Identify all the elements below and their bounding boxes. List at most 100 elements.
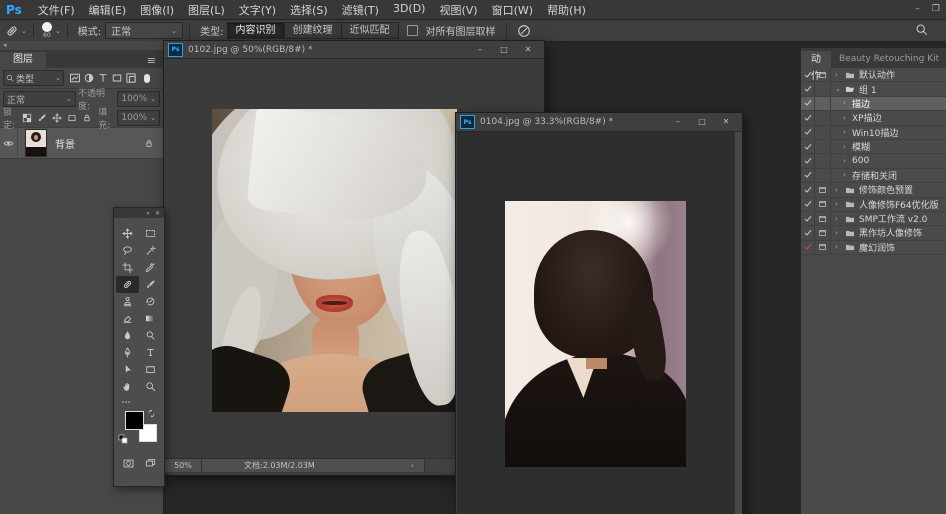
- brush-tool[interactable]: [139, 276, 162, 293]
- action-dialog-toggle[interactable]: [815, 226, 831, 239]
- layer-search-dropdown[interactable]: 类型 ⌄: [3, 70, 64, 86]
- action-check-icon[interactable]: [801, 97, 815, 110]
- action-check-icon[interactable]: [801, 126, 815, 139]
- close-icon[interactable]: ✕: [714, 114, 738, 130]
- layer-row-background[interactable]: 背景: [0, 127, 163, 159]
- action-row[interactable]: ⌄组 1: [801, 82, 946, 96]
- action-row[interactable]: ›模糊: [801, 140, 946, 154]
- pixel-filter-icon[interactable]: [69, 72, 81, 84]
- menu-item[interactable]: 文件(F): [31, 2, 82, 18]
- action-dialog-toggle[interactable]: [815, 183, 831, 196]
- type-option-button[interactable]: 近似匹配: [341, 22, 399, 39]
- zoom-tool[interactable]: [139, 378, 162, 395]
- menu-item[interactable]: 图像(I): [133, 2, 181, 18]
- menu-item[interactable]: 窗口(W): [485, 2, 540, 18]
- menu-item[interactable]: 滤镜(T): [335, 2, 386, 18]
- lock-checker-icon[interactable]: [22, 113, 32, 123]
- panel-collapse-icon[interactable]: ◂: [0, 41, 163, 50]
- action-row[interactable]: ›魔幻润饰: [801, 241, 946, 255]
- gradient-tool[interactable]: [139, 310, 162, 327]
- type-option-button[interactable]: 内容识别: [227, 22, 285, 39]
- panel-menu-icon[interactable]: ≡: [147, 54, 163, 68]
- chevron-right-icon[interactable]: ›: [835, 243, 841, 251]
- clone-stamp-tool[interactable]: [116, 293, 139, 310]
- chevron-right-icon[interactable]: ›: [843, 157, 849, 165]
- action-dialog-toggle[interactable]: [815, 212, 831, 225]
- chevron-right-icon[interactable]: ›: [835, 229, 841, 237]
- action-check-icon[interactable]: [801, 183, 815, 196]
- action-row[interactable]: ›修饰颜色预置: [801, 183, 946, 197]
- type-tool[interactable]: [139, 344, 162, 361]
- action-check-icon[interactable]: [801, 111, 815, 124]
- action-check-icon[interactable]: [801, 82, 815, 95]
- dock-icon[interactable]: «: [146, 210, 150, 217]
- lock-lock-icon[interactable]: [82, 113, 92, 123]
- chevron-right-icon[interactable]: ›: [835, 200, 841, 208]
- menu-item[interactable]: 文字(Y): [232, 2, 283, 18]
- action-check-icon[interactable]: [801, 212, 815, 225]
- menu-item[interactable]: 选择(S): [283, 2, 335, 18]
- sample-all-layers-checkbox[interactable]: [407, 25, 418, 36]
- layer-visibility-toggle[interactable]: [0, 128, 18, 158]
- zoom-level[interactable]: 50%: [165, 459, 202, 472]
- marquee-tool[interactable]: [139, 225, 162, 242]
- foreground-color-swatch[interactable]: [125, 411, 144, 430]
- search-icon[interactable]: [915, 23, 928, 36]
- history-brush-tool[interactable]: [139, 293, 162, 310]
- action-row[interactable]: ›Win10描边: [801, 126, 946, 140]
- edit-toolbar-button[interactable]: [114, 395, 164, 408]
- path-select-tool[interactable]: [116, 361, 139, 378]
- close-icon[interactable]: ✕: [516, 42, 540, 58]
- move-tool[interactable]: [116, 225, 139, 242]
- type-filter-icon[interactable]: [97, 72, 109, 84]
- shape-filter-icon[interactable]: [111, 72, 123, 84]
- smart-filter-icon[interactable]: [125, 72, 137, 84]
- lock-shape-filter-icon[interactable]: [67, 113, 77, 123]
- chevron-right-icon[interactable]: ›: [843, 99, 849, 107]
- minimize-icon[interactable]: –: [666, 114, 690, 130]
- chevron-right-icon[interactable]: ›: [843, 114, 849, 122]
- lock-move-icon[interactable]: [52, 113, 62, 123]
- action-row[interactable]: ›描边: [801, 97, 946, 111]
- eyedropper-tool[interactable]: [139, 259, 162, 276]
- chevron-right-icon[interactable]: ›: [843, 128, 849, 136]
- adjustment-filter-icon[interactable]: [83, 72, 95, 84]
- type-option-button[interactable]: 创建纹理: [284, 22, 342, 39]
- tab-actions[interactable]: 动作: [801, 51, 831, 68]
- action-row[interactable]: ›默认动作: [801, 68, 946, 82]
- document-canvas[interactable]: [457, 132, 741, 514]
- screen-mode-icon[interactable]: [144, 458, 157, 469]
- shape-tool[interactable]: [139, 361, 162, 378]
- minimize-app-icon[interactable]: –: [915, 1, 920, 17]
- swap-colors-icon[interactable]: [147, 409, 156, 418]
- action-check-icon[interactable]: [801, 169, 815, 182]
- menu-item[interactable]: 视图(V): [432, 2, 484, 18]
- document-titlebar[interactable]: Ps 0102.jpg @ 50%(RGB/8#) * – □ ✕: [164, 41, 544, 59]
- menu-item[interactable]: 帮助(H): [540, 2, 593, 18]
- action-dialog-toggle[interactable]: [815, 140, 831, 153]
- document-titlebar[interactable]: Ps 0104.jpg @ 33.3%(RGB/8#) * – □ ✕: [456, 113, 742, 132]
- action-check-icon[interactable]: [801, 226, 815, 239]
- brush-size-picker[interactable]: 60: [42, 22, 52, 39]
- mode-dropdown[interactable]: 正常 ⌄: [105, 22, 183, 39]
- menu-item[interactable]: 编辑(E): [82, 2, 134, 18]
- opacity-dropdown[interactable]: 100% ⌄: [117, 91, 160, 107]
- menu-item[interactable]: 3D(D): [386, 2, 433, 18]
- action-dialog-toggle[interactable]: [815, 82, 831, 95]
- action-check-icon[interactable]: [801, 154, 815, 167]
- action-dialog-toggle[interactable]: [815, 68, 831, 81]
- drag-grip[interactable]: ····: [114, 218, 164, 225]
- action-dialog-toggle[interactable]: [815, 198, 831, 211]
- chevron-right-icon[interactable]: ›: [835, 71, 841, 79]
- action-dialog-toggle[interactable]: [815, 111, 831, 124]
- chevron-down-icon[interactable]: ⌄: [835, 85, 841, 93]
- action-row[interactable]: ›SMP工作流 v2.0: [801, 212, 946, 226]
- tab-beauty-retouching-kit[interactable]: Beauty Retouching Kit: [831, 51, 946, 68]
- crop-tool[interactable]: [116, 259, 139, 276]
- close-icon[interactable]: ✕: [155, 210, 160, 217]
- hand-tool[interactable]: [116, 378, 139, 395]
- document-info[interactable]: 文档:2.03M/2.03M ›: [202, 459, 425, 472]
- eraser-tool[interactable]: [116, 310, 139, 327]
- minimize-icon[interactable]: –: [468, 42, 492, 58]
- healing-brush-tool[interactable]: [116, 276, 139, 293]
